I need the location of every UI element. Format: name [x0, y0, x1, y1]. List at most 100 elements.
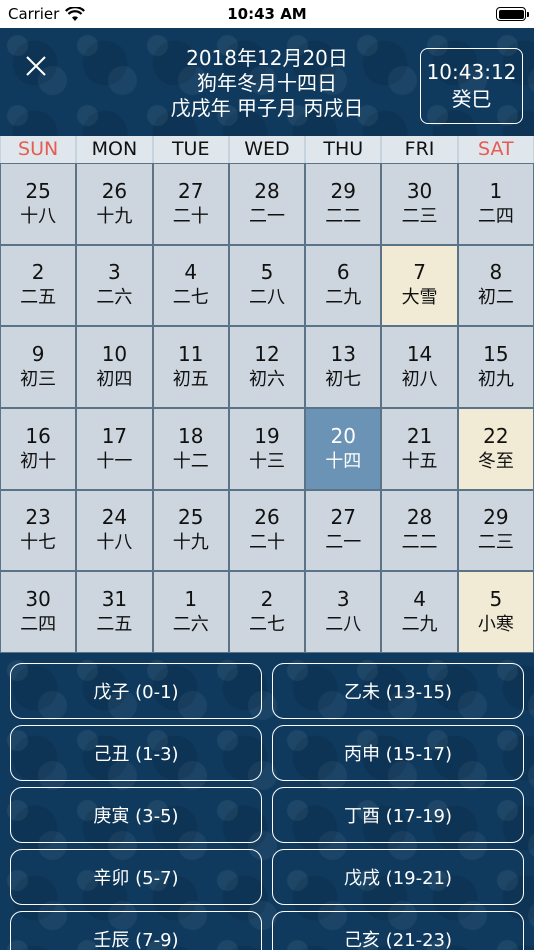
- calendar-day[interactable]: 4 二九: [382, 572, 457, 652]
- calendar-day[interactable]: 23 十七: [1, 490, 76, 571]
- day-number: 10: [101, 342, 128, 367]
- calendar-day[interactable]: 10 初四: [77, 327, 152, 407]
- lunar-day: 小寒: [477, 614, 514, 636]
- calendar-day[interactable]: 12 初六: [229, 327, 305, 407]
- clock-time: 10:43:12: [426, 60, 517, 84]
- lunar-day: 二八: [325, 614, 362, 636]
- calendar-day[interactable]: 7 大雪: [382, 245, 457, 326]
- calendar-grid: 25 十八 26 十九 27 二十 28 二一 29 二二 30 二三 1 二四 2 二五 3 二六 4 二七 5 二八 6…: [0, 163, 534, 653]
- lunar-day: 冬至: [477, 450, 514, 472]
- hour-button[interactable]: 庚寅 (3-5): [10, 787, 262, 843]
- hour-button[interactable]: 乙未 (13-15): [272, 663, 524, 719]
- calendar-day[interactable]: 5 小寒: [458, 572, 533, 652]
- lunar-day: 十九: [172, 532, 209, 554]
- calendar-day[interactable]: 31 二五: [77, 572, 152, 652]
- clock-box[interactable]: 10:43:12 癸巳: [420, 48, 523, 124]
- calendar-day[interactable]: 17 十一: [77, 408, 152, 489]
- calendar-day[interactable]: 2 二七: [229, 572, 305, 652]
- calendar-day[interactable]: 3 二八: [306, 572, 381, 652]
- calendar-day[interactable]: 25 十九: [153, 490, 228, 571]
- lunar-day: 初二: [477, 287, 514, 309]
- day-number: 26: [101, 178, 128, 203]
- calendar-day-today[interactable]: 20 十四: [306, 408, 381, 489]
- lunar-day: 十三: [248, 450, 285, 472]
- day-number: 18: [177, 423, 204, 448]
- calendar-day[interactable]: 25 十八: [1, 164, 76, 244]
- day-number: 29: [330, 178, 356, 203]
- calendar-day[interactable]: 13 初七: [306, 327, 381, 407]
- lunar-day: 初十: [20, 450, 57, 472]
- weekday-header: SUN MON TUE WED THU FRI SAT: [0, 136, 534, 163]
- calendar-day[interactable]: 18 十二: [153, 408, 228, 489]
- day-number: 12: [254, 342, 280, 367]
- lunar-day: 二三: [477, 532, 514, 554]
- calendar-day[interactable]: 30 二三: [382, 164, 457, 244]
- calendar-day[interactable]: 15 初九: [458, 327, 533, 407]
- lunar-day: 十九: [96, 205, 133, 227]
- calendar-day[interactable]: 5 二八: [229, 245, 305, 326]
- hour-button[interactable]: 辛卯 (5-7): [10, 849, 262, 905]
- calendar-day[interactable]: 26 十九: [77, 164, 152, 244]
- lunar-day: 初六: [248, 369, 285, 391]
- day-number: 14: [406, 342, 433, 367]
- calendar-day[interactable]: 6 二九: [306, 245, 381, 326]
- day-number: 17: [101, 423, 128, 448]
- calendar-day[interactable]: 9 初三: [1, 327, 76, 407]
- calendar-day[interactable]: 27 二一: [306, 490, 381, 571]
- calendar-day[interactable]: 24 十八: [77, 490, 152, 571]
- calendar-day[interactable]: 16 初十: [1, 408, 76, 489]
- lunar-day: 二一: [325, 532, 362, 554]
- calendar-day[interactable]: 22 冬至: [458, 408, 533, 489]
- day-number: 4: [413, 587, 426, 612]
- calendar-day[interactable]: 19 十三: [229, 408, 305, 489]
- lunar-day: 初八: [401, 369, 438, 391]
- calendar-day[interactable]: 29 二三: [458, 490, 533, 571]
- calendar-day[interactable]: 11 初五: [153, 327, 228, 407]
- hour-button[interactable]: 丙申 (15-17): [272, 725, 524, 781]
- wifi-icon: [65, 6, 86, 21]
- hour-button[interactable]: 己亥 (21-23): [272, 911, 524, 950]
- calendar-day[interactable]: 8 初二: [458, 245, 533, 326]
- hour-button[interactable]: 壬辰 (7-9): [10, 911, 262, 950]
- hour-button[interactable]: 丁酉 (17-19): [272, 787, 524, 843]
- hour-button[interactable]: 己丑 (1-3): [10, 725, 262, 781]
- day-number: 11: [177, 342, 204, 367]
- calendar-day[interactable]: 26 二十: [229, 490, 305, 571]
- day-number: 9: [31, 342, 45, 367]
- day-number: 3: [336, 587, 350, 612]
- calendar-day[interactable]: 30 二四: [1, 572, 76, 652]
- lunar-day: 二十: [172, 205, 209, 227]
- lunar-day: 十四: [325, 450, 362, 472]
- day-number: 4: [184, 260, 198, 285]
- day-number: 31: [101, 587, 128, 612]
- calendar-day[interactable]: 1 二六: [153, 572, 228, 652]
- lunar-day: 二七: [172, 287, 209, 309]
- lunar-day: 初五: [172, 369, 209, 391]
- calendar-day[interactable]: 29 二二: [306, 164, 381, 244]
- calendar-day[interactable]: 4 二七: [153, 245, 228, 326]
- day-number: 25: [177, 505, 204, 530]
- lunar-day: 二四: [20, 614, 57, 636]
- calendar-day[interactable]: 1 二四: [458, 164, 533, 244]
- lunar-day: 二一: [248, 205, 285, 227]
- calendar-day[interactable]: 3 二六: [77, 245, 152, 326]
- calendar-day[interactable]: 14 初八: [382, 327, 457, 407]
- calendar-day[interactable]: 21 十五: [382, 408, 457, 489]
- day-number: 20: [330, 423, 356, 448]
- calendar-day[interactable]: 28 二二: [382, 490, 457, 571]
- hour-button[interactable]: 戊戌 (19-21): [272, 849, 524, 905]
- lunar-day: 二二: [325, 205, 362, 227]
- day-number: 13: [330, 342, 356, 367]
- lunar-day: 十七: [20, 532, 57, 554]
- weekday-tue: TUE: [153, 136, 228, 163]
- calendar-day[interactable]: 27 二十: [153, 164, 228, 244]
- hour-button[interactable]: 戊子 (0-1): [10, 663, 262, 719]
- calendar-day[interactable]: 2 二五: [1, 245, 76, 326]
- day-number: 16: [25, 423, 51, 448]
- battery-icon: [496, 7, 529, 21]
- weekday-thu: THU: [306, 136, 381, 163]
- lunar-day: 初四: [96, 369, 133, 391]
- day-number: 6: [336, 260, 350, 285]
- calendar-day[interactable]: 28 二一: [229, 164, 305, 244]
- lunar-day: 二六: [96, 287, 133, 309]
